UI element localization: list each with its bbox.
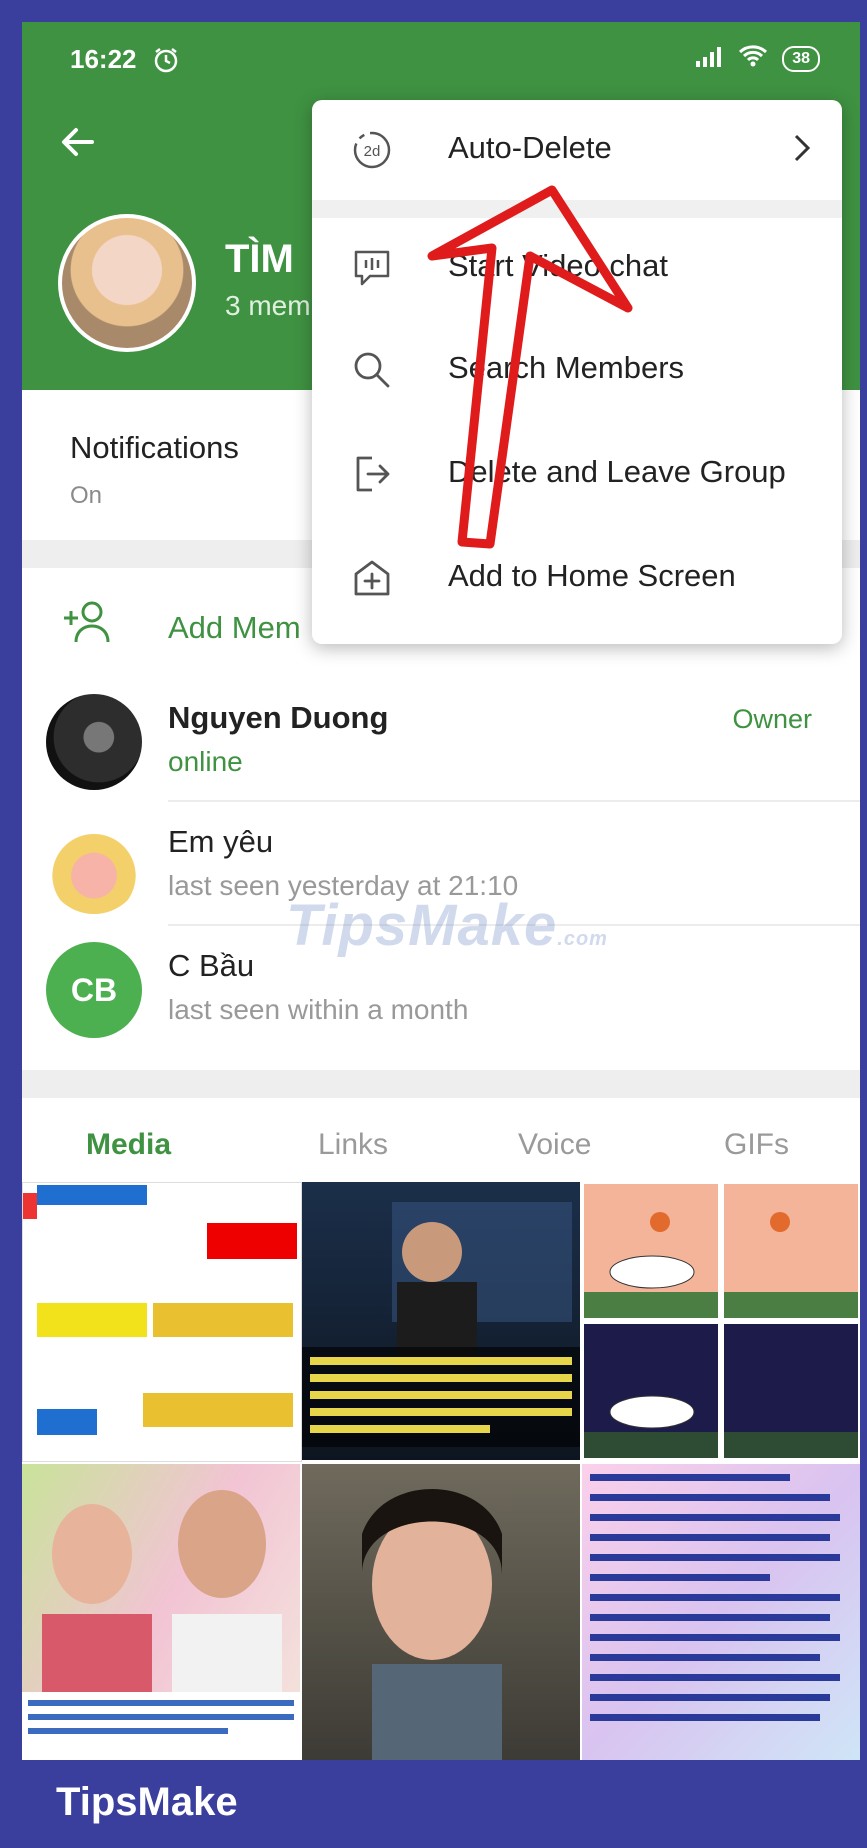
back-arrow-icon[interactable] — [58, 122, 98, 167]
member-name: Nguyen Duong — [168, 700, 389, 735]
signal-icon — [694, 45, 724, 72]
wifi-icon — [738, 44, 768, 73]
footer-brand: TipsMake — [56, 1780, 238, 1824]
search-icon — [350, 348, 394, 397]
menu-item-delete-and-leave-group[interactable]: Delete and Leave Group — [312, 424, 842, 524]
tab-gifs[interactable]: GIFs — [724, 1128, 789, 1162]
menu-item-label: Start Video chat — [448, 248, 669, 283]
menu-item-label: Delete and Leave Group — [448, 454, 786, 489]
notifications-label: Notifications — [70, 430, 239, 465]
watermark-suffix: .com — [557, 928, 608, 950]
avatar — [46, 694, 142, 790]
menu-item-search-members[interactable]: Search Members — [312, 320, 842, 420]
menu-item-add-to-home-screen[interactable]: Add to Home Screen — [312, 528, 842, 628]
avatar — [46, 818, 142, 914]
menu-item-auto-delete[interactable]: 2d Auto-Delete — [312, 100, 842, 200]
menu-item-label: Add to Home Screen — [448, 558, 736, 593]
watermark-text: TipsMake — [286, 893, 558, 958]
section-divider — [22, 1070, 860, 1098]
media-thumbnail[interactable] — [302, 1182, 580, 1460]
add-members-label: Add Mem — [168, 610, 301, 645]
watermark: TipsMake.com — [286, 892, 608, 959]
member-role-badge: Owner — [732, 704, 812, 734]
menu-item-label: Search Members — [448, 350, 685, 385]
footer-banner: TipsMake — [0, 1760, 867, 1848]
add-home-icon — [350, 556, 394, 605]
media-thumbnail[interactable] — [582, 1182, 860, 1460]
member-name: Em yêu — [168, 824, 274, 859]
phone-screen: 16:22 38 TÌM 3 mem Notifications On Add — [22, 22, 860, 1760]
tab-links[interactable]: Links — [318, 1128, 388, 1162]
media-thumbnail[interactable] — [302, 1464, 580, 1760]
status-time: 16:22 — [70, 44, 137, 74]
battery-indicator: 38 — [782, 45, 820, 72]
media-thumbnail[interactable] — [22, 1464, 300, 1760]
group-member-count: 3 mem — [225, 290, 311, 321]
system-icons: 38 — [694, 44, 820, 73]
timer-badge-text: 2d — [364, 143, 381, 160]
video-chat-icon — [350, 246, 394, 295]
add-user-icon — [60, 600, 112, 649]
chevron-right-icon — [790, 130, 814, 171]
media-thumbnail[interactable] — [582, 1464, 860, 1760]
media-grid — [22, 1182, 860, 1760]
menu-item-start-video-chat[interactable]: Start Video chat — [312, 218, 842, 318]
tab-media[interactable]: Media — [86, 1128, 171, 1162]
member-status: online — [168, 746, 243, 777]
member-name: C Bầu — [168, 948, 255, 983]
member-status: last seen within a month — [168, 994, 469, 1025]
avatar-initials: CB — [70, 971, 118, 1008]
overflow-menu: 2d Auto-Delete Start Video chat Search M… — [312, 100, 842, 644]
group-title: TÌM — [225, 237, 294, 281]
leave-icon — [350, 452, 394, 501]
menu-separator — [312, 200, 842, 218]
avatar: CB — [46, 942, 142, 1038]
media-thumbnail[interactable] — [22, 1182, 302, 1462]
group-avatar[interactable] — [58, 214, 196, 352]
menu-item-label: Auto-Delete — [448, 130, 612, 165]
timer-2d-icon: 2d — [350, 128, 394, 177]
alarm-icon — [152, 46, 180, 79]
tab-voice[interactable]: Voice — [518, 1128, 591, 1162]
member-row[interactable]: Nguyen Duong online Owner — [22, 678, 860, 802]
notifications-value: On — [70, 482, 103, 509]
